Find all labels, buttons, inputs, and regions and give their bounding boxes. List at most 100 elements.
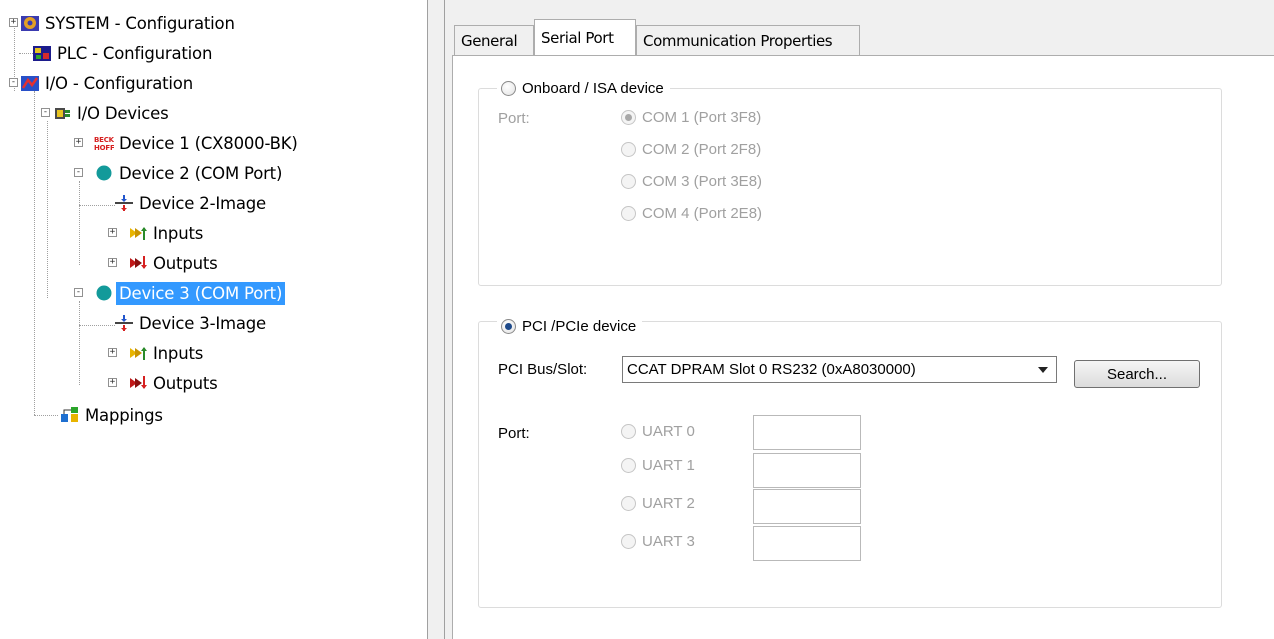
com4-option[interactable]: COM 4 (Port 2E8)	[621, 205, 762, 222]
collapse-toggle[interactable]: -	[9, 78, 18, 87]
com2-label: COM 2 (Port 2F8)	[642, 141, 762, 158]
pci-pcie-option[interactable]: PCI /PCIe device	[497, 315, 643, 337]
com1-option[interactable]: COM 1 (Port 3F8)	[621, 109, 761, 126]
com4-radio[interactable]	[621, 206, 636, 221]
collapse-toggle[interactable]: -	[74, 288, 83, 297]
tab-serial-port[interactable]: Serial Port	[534, 19, 636, 55]
expand-toggle[interactable]: +	[108, 378, 117, 387]
uart0-option[interactable]: UART 0	[621, 423, 695, 440]
plc-config-icon	[32, 44, 52, 62]
uart2-option[interactable]: UART 2	[621, 495, 695, 512]
tree-item-device-2[interactable]: Device 2 (COM Port)	[94, 158, 285, 188]
inputs-icon	[128, 224, 148, 242]
tree-item-label: Device 3-Image	[139, 313, 267, 333]
tree-view[interactable]: + SYSTEM - Configuration PLC - Configura…	[0, 0, 428, 639]
inputs-icon	[128, 344, 148, 362]
uart3-field[interactable]	[753, 526, 861, 561]
uart1-field[interactable]	[753, 453, 861, 488]
tab-general[interactable]: General	[454, 25, 534, 55]
onboard-isa-label: Onboard / ISA device	[522, 79, 664, 97]
tree-item-label: Inputs	[153, 343, 204, 363]
com-port-icon	[94, 284, 114, 302]
uart3-label: UART 3	[642, 533, 695, 550]
pci-bus-slot-value: CCAT DPRAM Slot 0 RS232 (0xA8030000)	[627, 361, 916, 378]
com1-radio[interactable]	[621, 110, 636, 125]
tree-item-device-2-image[interactable]: Device 2-Image	[114, 188, 269, 218]
uart0-radio[interactable]	[621, 424, 636, 439]
expand-toggle[interactable]: +	[9, 18, 18, 27]
pci-pcie-radio[interactable]	[501, 318, 516, 334]
pane-splitter[interactable]	[428, 0, 445, 639]
uart1-label: UART 1	[642, 457, 695, 474]
properties-pane: General Serial Port Communication Proper…	[446, 0, 1274, 639]
onboard-isa-option[interactable]: Onboard / ISA device	[497, 77, 670, 99]
uart1-option[interactable]: UART 1	[621, 457, 695, 474]
collapse-toggle[interactable]: -	[74, 168, 83, 177]
tree-item-device-3-image[interactable]: Device 3-Image	[114, 308, 269, 338]
tree-item-label: Device 2 (COM Port)	[119, 163, 283, 183]
tree-item-outputs[interactable]: Outputs	[128, 248, 221, 278]
com3-label: COM 3 (Port 3E8)	[642, 173, 763, 190]
tree-item-system-configuration[interactable]: SYSTEM - Configuration	[20, 8, 238, 38]
mappings-icon	[60, 406, 80, 424]
dropdown-arrow-icon	[1038, 367, 1048, 373]
com2-radio[interactable]	[621, 142, 636, 157]
pci-bus-slot-label: PCI Bus/Slot:	[498, 361, 588, 378]
com3-radio[interactable]	[621, 174, 636, 189]
serial-port-panel: Onboard / ISA device Port: COM 1 (Port 3…	[452, 55, 1274, 639]
pci-bus-slot-select[interactable]: CCAT DPRAM Slot 0 RS232 (0xA8030000)	[622, 356, 1057, 383]
tree-item-io-devices[interactable]: I/O Devices	[52, 98, 171, 128]
expand-toggle[interactable]: +	[108, 228, 117, 237]
uart3-radio[interactable]	[621, 534, 636, 549]
svg-text:HOFF: HOFF	[94, 144, 114, 152]
tree-item-label: Device 1 (CX8000-BK)	[119, 133, 298, 153]
tree-connector	[47, 121, 48, 298]
tab-communication-properties[interactable]: Communication Properties	[636, 25, 860, 55]
tree-connector	[79, 205, 115, 206]
uart0-field[interactable]	[753, 415, 861, 450]
onboard-isa-radio[interactable]	[501, 80, 516, 96]
tree-item-io-configuration[interactable]: I/O - Configuration	[20, 68, 196, 98]
tree-item-inputs[interactable]: Inputs	[128, 338, 206, 368]
onboard-port-label: Port:	[498, 110, 530, 127]
tree-connector	[34, 415, 58, 416]
uart1-radio[interactable]	[621, 458, 636, 473]
outputs-icon	[128, 254, 148, 272]
tree-item-plc-configuration[interactable]: PLC - Configuration	[32, 38, 215, 68]
pci-port-label: Port:	[498, 425, 530, 442]
pci-pcie-label: PCI /PCIe device	[522, 317, 637, 335]
tree-item-label: I/O Devices	[77, 103, 169, 123]
uart3-option[interactable]: UART 3	[621, 533, 695, 550]
tree-item-mappings[interactable]: Mappings	[60, 400, 166, 430]
expand-toggle[interactable]: +	[74, 138, 83, 147]
tree-connector	[19, 53, 33, 54]
search-button[interactable]: Search...	[1074, 360, 1200, 388]
uart2-field[interactable]	[753, 489, 861, 524]
uart2-radio[interactable]	[621, 496, 636, 511]
tree-item-outputs[interactable]: Outputs	[128, 368, 221, 398]
tree-item-label: Outputs	[153, 253, 218, 273]
uart0-label: UART 0	[642, 423, 695, 440]
tree-item-device-3[interactable]: Device 3 (COM Port)	[94, 278, 286, 308]
tree-item-label: PLC - Configuration	[57, 43, 213, 63]
com3-option[interactable]: COM 3 (Port 3E8)	[621, 173, 762, 190]
expand-toggle[interactable]: +	[108, 258, 117, 267]
tree-item-label: I/O - Configuration	[45, 73, 193, 93]
collapse-toggle[interactable]: -	[41, 108, 50, 117]
system-config-icon	[20, 14, 40, 32]
com2-option[interactable]: COM 2 (Port 2F8)	[621, 141, 761, 158]
com-port-icon	[94, 164, 114, 182]
tree-connector	[79, 325, 115, 326]
io-config-icon	[20, 74, 40, 92]
device-image-icon	[114, 314, 134, 332]
outputs-icon	[128, 374, 148, 392]
tree-connector	[34, 91, 35, 415]
tree-item-label: Inputs	[153, 223, 204, 243]
tree-item-label: SYSTEM - Configuration	[45, 13, 235, 33]
onboard-isa-group	[478, 88, 1222, 286]
tree-connector	[79, 301, 80, 385]
svg-text:BECK: BECK	[94, 136, 114, 144]
expand-toggle[interactable]: +	[108, 348, 117, 357]
tree-item-inputs[interactable]: Inputs	[128, 218, 206, 248]
tree-item-device-1[interactable]: BECK HOFF Device 1 (CX8000-BK)	[94, 128, 301, 158]
